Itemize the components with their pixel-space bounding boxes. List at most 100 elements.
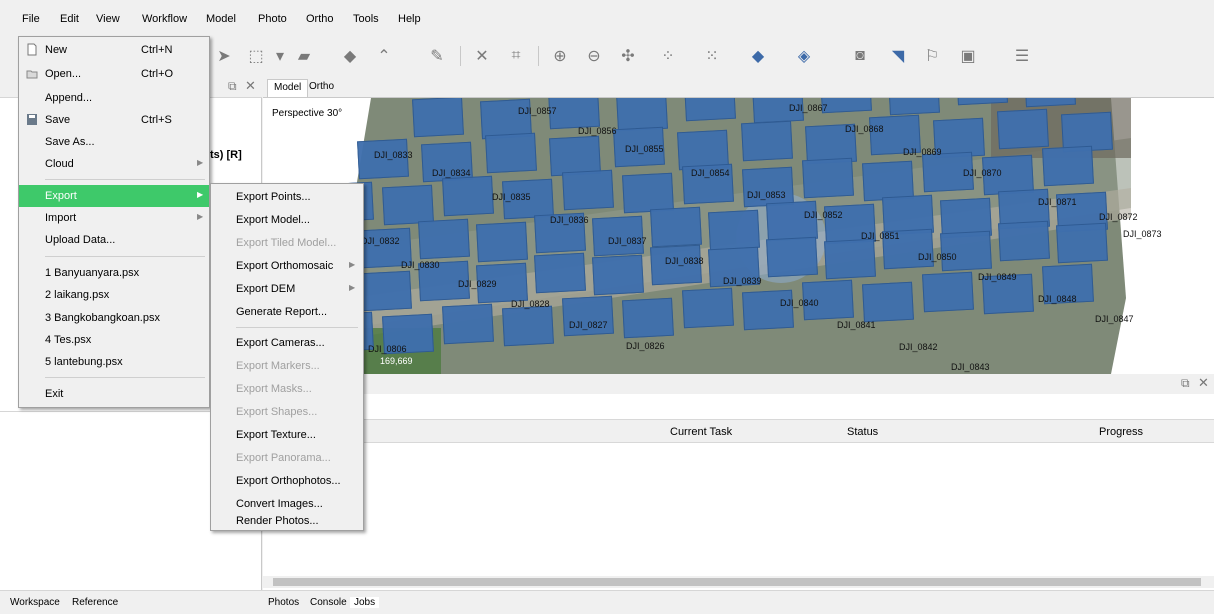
recent-file-2[interactable]: 2 laikang.psx	[19, 284, 209, 306]
menu-help[interactable]: Help	[398, 13, 421, 25]
reset-view-icon[interactable]: ✣	[616, 44, 640, 68]
export-orthomosaic-item[interactable]: Export Orthomosaic ▶	[211, 255, 363, 277]
view-tabs: Model Ortho	[263, 76, 1214, 98]
camera-label: DJI_0856	[578, 126, 617, 136]
camera-label: DJI_0826	[626, 341, 665, 351]
textured-model-icon[interactable]: ◈	[792, 44, 816, 68]
menu-item-cloud[interactable]: Cloud ▶	[19, 153, 209, 175]
camera-labels: DJI_0857 DJI_0867 DJI_0856 DJI_0868 DJI_…	[263, 98, 1214, 374]
menu-edit[interactable]: Edit	[60, 13, 79, 25]
delete-icon[interactable]: ✕	[470, 44, 494, 68]
recent-file-1[interactable]: 1 Banyuanyara.psx	[19, 262, 209, 284]
camera-label: DJI_0840	[780, 298, 819, 308]
menu-model[interactable]: Model	[206, 13, 236, 25]
export-dem-item[interactable]: Export DEM ▶	[211, 278, 363, 300]
export-orthophotos-item[interactable]: Export Orthophotos...	[211, 470, 363, 492]
camera-label: DJI_0839	[723, 276, 762, 286]
ruler-icon[interactable]: ⌃	[372, 44, 396, 68]
camera-label: DJI_0834	[432, 168, 471, 178]
tab-ortho[interactable]: Ortho	[303, 79, 340, 97]
pointer-tool-icon[interactable]: ➤	[212, 44, 236, 68]
menu-separator	[45, 377, 205, 378]
menu-item-import[interactable]: Import ▶	[19, 207, 209, 229]
camera-label: DJI_0806	[368, 344, 407, 354]
dropdown-arrow-icon[interactable]: ▾	[268, 44, 292, 68]
camera-label: DJI_0853	[747, 190, 786, 200]
camera-label: DJI_0850	[918, 252, 957, 262]
menu-item-save[interactable]: Save Ctrl+S	[19, 109, 209, 131]
point-cloud-icon[interactable]: ⁘	[656, 44, 680, 68]
flag-icon[interactable]: ⚐	[920, 44, 944, 68]
model-viewport[interactable]: Perspective 30° DJI_0857 DJI_0867 DJI_08…	[263, 98, 1214, 374]
column-current-task[interactable]: Current Task	[670, 426, 732, 438]
camera-label: DJI_0832	[361, 236, 400, 246]
submenu-arrow-icon: ▶	[197, 158, 204, 167]
menu-file[interactable]: File	[22, 13, 40, 25]
close-icon[interactable]: ✕	[1198, 375, 1209, 391]
status-bar: Workspace Reference Photos Console Jobs	[0, 590, 1214, 614]
column-status[interactable]: Status	[847, 426, 878, 438]
camera-icon[interactable]: ◙	[848, 44, 872, 68]
layers-icon[interactable]: ☰	[1010, 44, 1034, 68]
recent-file-3[interactable]: 3 Bangkobangkoan.psx	[19, 307, 209, 329]
coordinate-readout: 169,669	[380, 356, 413, 366]
zoom-out-icon[interactable]: ⊖	[582, 44, 606, 68]
camera-label: DJI_0871	[1038, 197, 1077, 207]
tab-jobs[interactable]: Jobs	[350, 597, 380, 608]
tab-photos[interactable]: Photos	[268, 597, 299, 608]
recent-file-5[interactable]: 5 lantebung.psx	[19, 351, 209, 373]
menu-item-new[interactable]: New Ctrl+N	[19, 39, 209, 61]
menu-ortho[interactable]: Ortho	[306, 13, 334, 25]
menu-item-save-as[interactable]: Save As...	[19, 131, 209, 153]
float-panel-icon[interactable]: ⧉	[1181, 376, 1190, 391]
export-markers-item: Export Markers...	[236, 360, 320, 372]
camera-label: DJI_0872	[1099, 212, 1138, 222]
show-cameras-icon[interactable]: ◥	[886, 44, 910, 68]
submenu-arrow-icon: ▶	[349, 260, 356, 269]
export-texture-item[interactable]: Export Texture...	[211, 424, 363, 446]
menu-item-open[interactable]: Open... Ctrl+O	[19, 63, 209, 85]
menu-item-exit[interactable]: Exit	[19, 383, 209, 405]
dense-cloud-icon[interactable]: ⁙	[700, 44, 724, 68]
save-disk-icon	[27, 114, 37, 125]
render-photos-item[interactable]: Render Photos...	[211, 510, 363, 532]
generate-report-item[interactable]: Generate Report...	[211, 301, 363, 323]
mesh-model-icon[interactable]: ◆	[746, 44, 770, 68]
camera-label: DJI_0841	[837, 320, 876, 330]
menu-photo[interactable]: Photo	[258, 13, 287, 25]
tab-workspace[interactable]: Workspace	[10, 597, 60, 608]
jobs-pane-header: ⧉ ✕	[263, 374, 1214, 394]
crop-icon[interactable]: ⌗	[504, 44, 528, 68]
image-icon[interactable]: ▣	[956, 44, 980, 68]
toolbar-separator	[538, 46, 539, 66]
menu-tools[interactable]: Tools	[353, 13, 379, 25]
export-panorama-item: Export Panorama...	[236, 452, 331, 464]
camera-label: DJI_0842	[899, 342, 938, 352]
menu-item-export[interactable]: Export ▶	[19, 185, 209, 207]
menu-view[interactable]: View	[96, 13, 120, 25]
toolbar-separator	[460, 46, 461, 66]
tab-console[interactable]: Console	[310, 597, 347, 608]
horizontal-scrollbar[interactable]	[263, 576, 1214, 588]
export-model-item[interactable]: Export Model...	[211, 209, 363, 231]
camera-label: DJI_0867	[789, 103, 828, 113]
menu-item-upload-data[interactable]: Upload Data...	[19, 229, 209, 251]
model-view-icon[interactable]: ▰	[292, 44, 316, 68]
menu-workflow[interactable]: Workflow	[142, 13, 187, 25]
column-progress[interactable]: Progress	[1099, 426, 1143, 438]
export-points-item[interactable]: Export Points...	[211, 186, 363, 208]
zoom-in-icon[interactable]: ⊕	[548, 44, 572, 68]
float-panel-icon[interactable]: ⧉	[228, 79, 237, 94]
menu-item-append[interactable]: Append...	[19, 87, 209, 109]
recent-file-4[interactable]: 4 Tes.psx	[19, 329, 209, 351]
export-submenu: Export Points... Export Model... Export …	[210, 183, 364, 531]
camera-label: DJI_0870	[963, 168, 1002, 178]
close-icon[interactable]: ✕	[245, 78, 256, 94]
export-cameras-item[interactable]: Export Cameras...	[211, 332, 363, 354]
pencil-icon[interactable]: ✎	[425, 44, 449, 68]
rectangle-select-icon[interactable]: ⬚	[244, 44, 268, 68]
rotate-object-icon[interactable]: ◆	[338, 44, 362, 68]
tab-reference[interactable]: Reference	[72, 597, 118, 608]
camera-label: DJI_0869	[903, 147, 942, 157]
scrollbar-thumb[interactable]	[273, 578, 1201, 586]
